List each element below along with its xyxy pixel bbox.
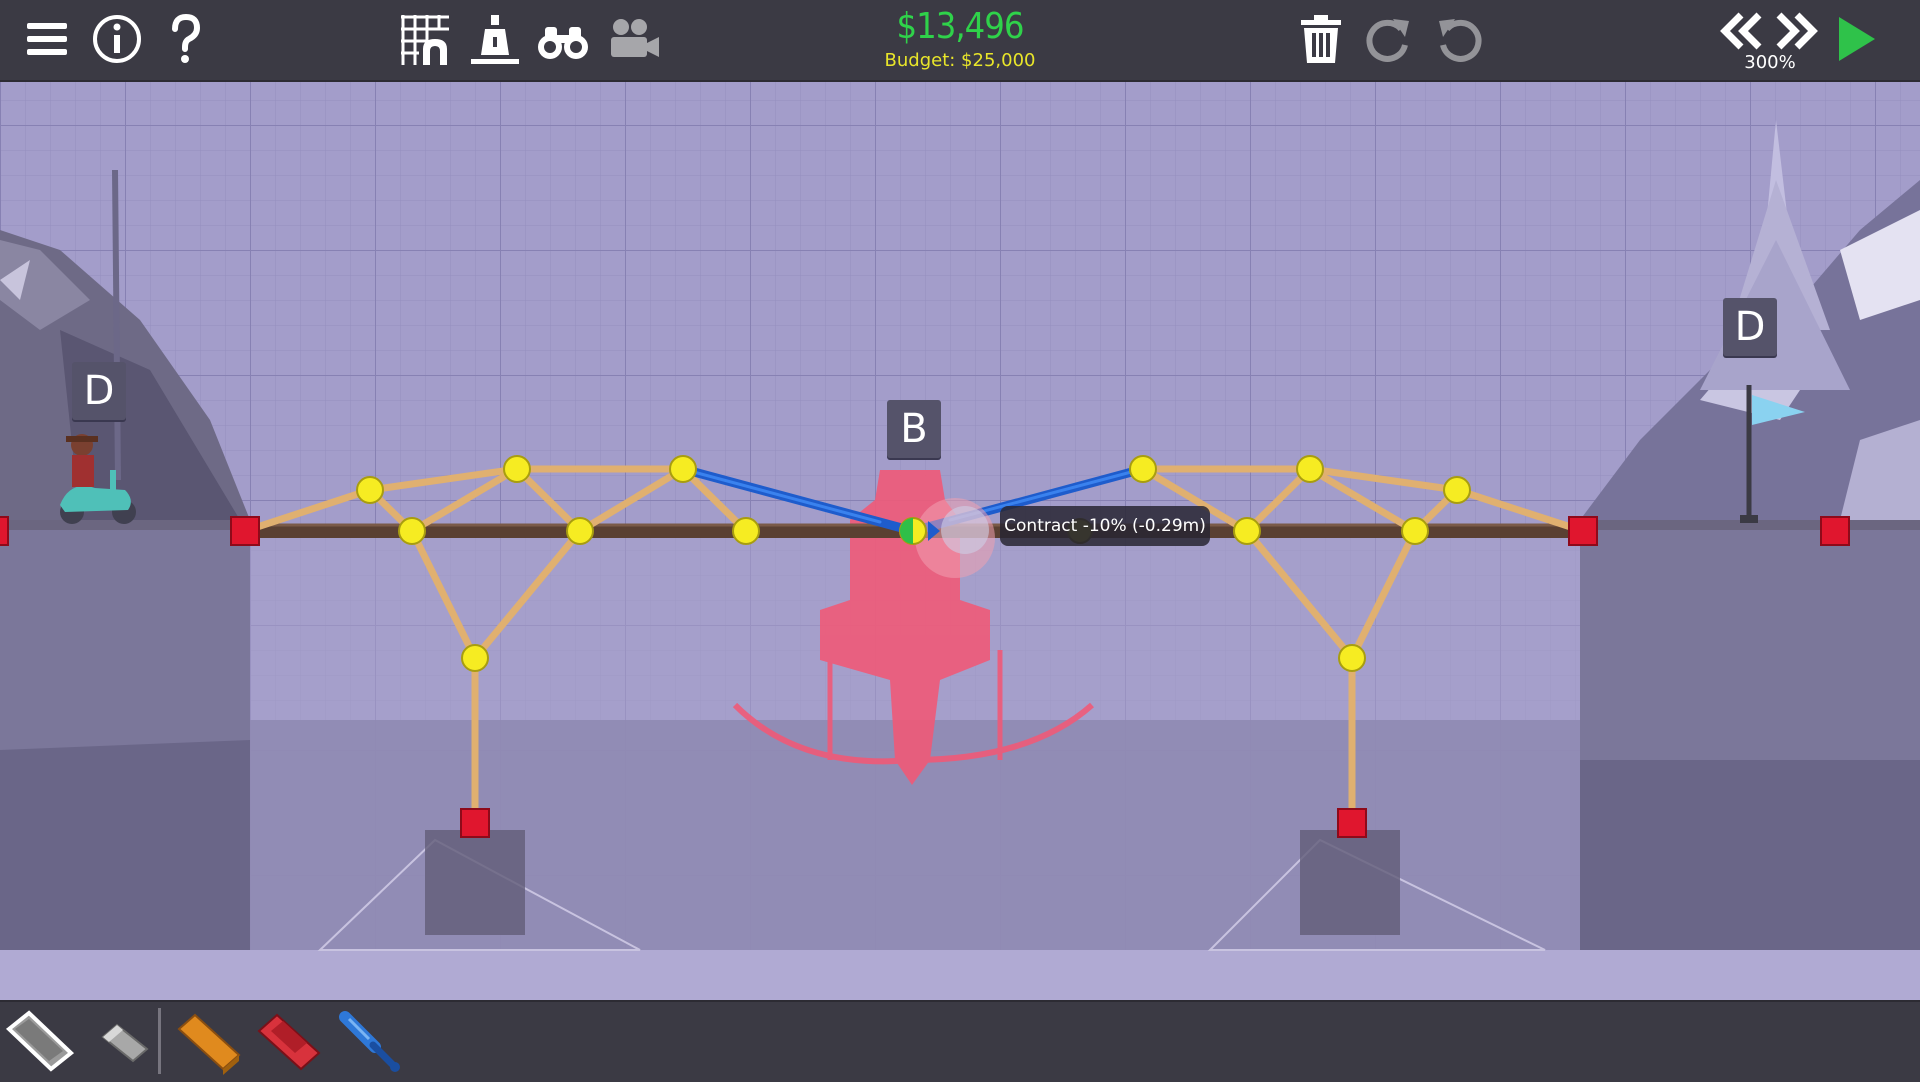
checkpoint-sign-right: D	[1723, 298, 1777, 356]
joint	[461, 644, 489, 672]
anchor	[0, 516, 9, 546]
info-button[interactable]	[86, 8, 148, 70]
hydraulic-group-sign[interactable]: B	[887, 400, 941, 458]
joint	[398, 517, 426, 545]
anchor	[1337, 808, 1367, 838]
joint	[732, 517, 760, 545]
joint	[503, 455, 531, 483]
camera-button[interactable]	[602, 8, 664, 70]
anchor	[460, 808, 490, 838]
hydraulic-selection	[915, 498, 995, 578]
play-icon	[1839, 17, 1875, 61]
build-scene[interactable]	[0, 0, 1920, 1080]
camera-icon	[611, 19, 659, 57]
joint	[1401, 517, 1429, 545]
eraser-icon	[101, 1023, 149, 1063]
anchor	[1820, 516, 1850, 546]
steel-material-button[interactable]	[252, 1006, 324, 1076]
wood-material-button[interactable]	[172, 1006, 244, 1076]
joint	[1338, 644, 1366, 672]
undo-button[interactable]	[1428, 8, 1490, 70]
menu-icon	[27, 23, 67, 55]
help-icon	[172, 13, 201, 63]
undo-icon	[1439, 19, 1482, 62]
steel-beam-icon	[257, 1013, 321, 1071]
sim-speed-label: 300%	[1744, 52, 1796, 73]
joint	[566, 517, 594, 545]
eraser-button[interactable]	[88, 1006, 160, 1076]
redo-icon	[1366, 19, 1409, 62]
trash-icon	[1301, 15, 1341, 63]
joint	[356, 476, 384, 504]
money-remaining: $13,496	[896, 6, 1025, 47]
anchor	[1568, 516, 1598, 546]
grid-toggle-button[interactable]	[394, 8, 456, 70]
road-material-button[interactable]	[4, 1006, 76, 1076]
ground-strip	[0, 950, 1920, 1000]
hydraulic-material-button[interactable]	[334, 1006, 406, 1076]
joint	[1129, 455, 1157, 483]
play-button[interactable]	[1824, 8, 1886, 70]
delete-button[interactable]	[1290, 8, 1352, 70]
hydraulic-tooltip: Contract -10% (-0.29m)	[1000, 506, 1210, 546]
menu-button[interactable]	[16, 8, 78, 70]
top-toolbar: $13,496 Budget: $25,000 300%	[0, 0, 1920, 82]
redo-button[interactable]	[1358, 8, 1420, 70]
binoculars-button[interactable]	[532, 8, 594, 70]
anchor	[230, 516, 260, 546]
joint	[669, 455, 697, 483]
info-icon	[93, 15, 141, 63]
grid-toggle-icon	[401, 15, 449, 65]
hydraulic-piston-icon	[339, 1011, 400, 1072]
checkpoint-sign-left: D	[72, 362, 126, 420]
joint	[1296, 455, 1324, 483]
help-button[interactable]	[154, 8, 216, 70]
joint	[1443, 476, 1471, 504]
toolbar-divider	[158, 1008, 161, 1074]
joint	[1233, 517, 1261, 545]
load-weight-icon	[471, 15, 519, 64]
wood-plank-icon	[177, 1013, 241, 1075]
road-icon	[5, 1010, 75, 1072]
budget-label: Budget: $25,000	[884, 50, 1036, 71]
load-weight-button[interactable]	[464, 8, 526, 70]
binoculars-icon	[538, 27, 588, 59]
